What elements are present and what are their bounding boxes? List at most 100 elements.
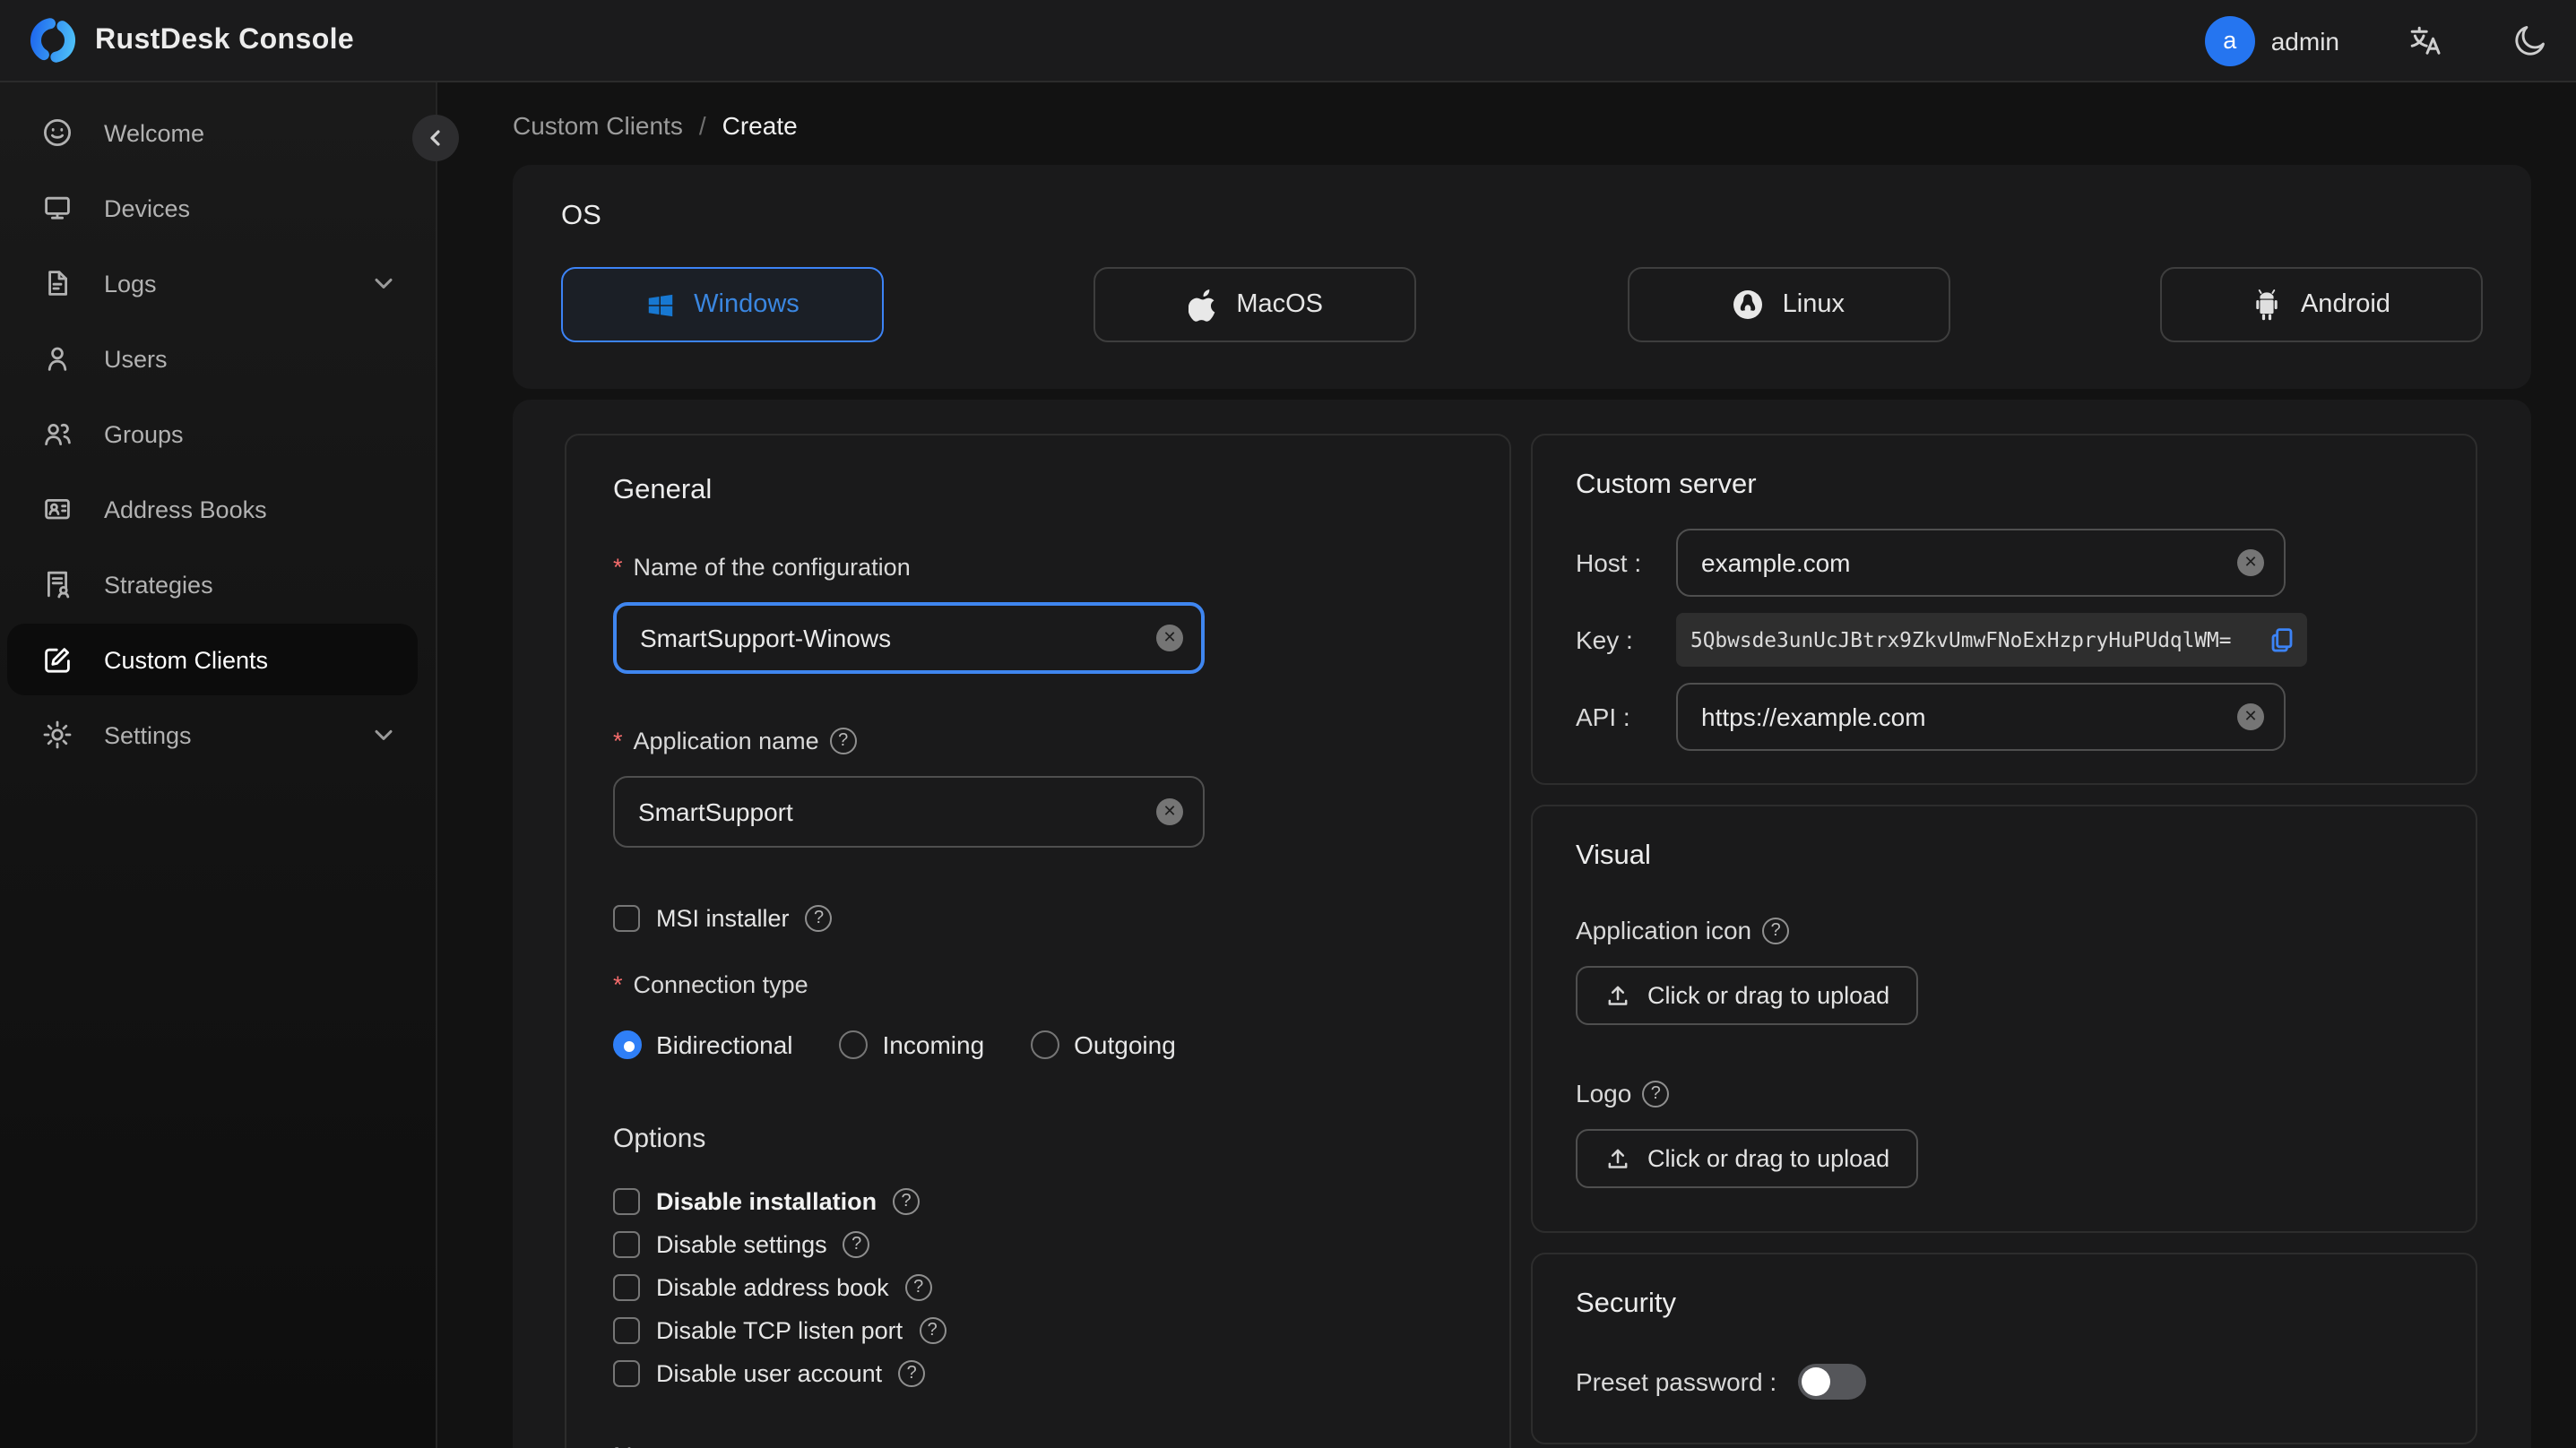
sidebar-item-welcome[interactable]: Welcome: [7, 97, 418, 168]
option-disable-tcp-listen-port: Disable TCP listen port ?: [613, 1315, 1463, 1346]
connection-type-options: Bidirectional Incoming Outgoing: [613, 1030, 1463, 1059]
disable-tcp-listen-port-checkbox[interactable]: [613, 1317, 640, 1344]
logo-upload-button[interactable]: Click or drag to upload: [1576, 1129, 1919, 1188]
topbar-right: a admin: [2204, 15, 2547, 65]
host-row: Host : ✕: [1576, 529, 2433, 597]
os-button-macos[interactable]: MacOS: [1094, 267, 1417, 342]
sidebar-collapse-button[interactable]: [412, 115, 459, 161]
api-input[interactable]: [1676, 683, 2286, 751]
user-icon: [41, 342, 73, 375]
help-icon[interactable]: ?: [898, 1360, 926, 1387]
preset-password-row: Preset password :: [1576, 1364, 2433, 1400]
api-field: ✕: [1676, 683, 2286, 751]
app-title: RustDesk Console: [95, 24, 355, 55]
os-card: OS Windows MacOS Linux Android: [513, 165, 2531, 389]
sidebar: Welcome Devices Logs Users Groups Addres…: [0, 82, 459, 1448]
os-button-linux[interactable]: Linux: [1627, 267, 1950, 342]
clear-icon[interactable]: ✕: [1156, 798, 1183, 825]
api-row: API : ✕: [1576, 683, 2433, 751]
monitor-icon: [41, 192, 73, 224]
msi-installer-row: MSI installer ?: [613, 905, 1463, 932]
avatar[interactable]: a: [2204, 15, 2255, 65]
sidebar-item-address-books[interactable]: Address Books: [7, 473, 418, 545]
general-card: General * Name of the configuration ✕ * …: [565, 434, 1511, 1448]
option-disable-user-account: Disable user account ?: [613, 1358, 1463, 1389]
help-icon[interactable]: ?: [919, 1317, 947, 1344]
application-name-label: * Application name ?: [613, 728, 1463, 754]
sidebar-item-groups[interactable]: Groups: [7, 398, 418, 470]
rustdesk-logo-icon: [29, 16, 77, 65]
translate-icon[interactable]: [2407, 22, 2443, 58]
preset-password-toggle[interactable]: [1798, 1364, 1867, 1400]
connection-type-label: * Connection type: [613, 971, 808, 998]
sidebar-item-label: Custom Clients: [104, 646, 269, 673]
config-name-input[interactable]: [613, 602, 1205, 674]
help-icon[interactable]: ?: [843, 1231, 870, 1258]
chevron-down-icon: [375, 729, 393, 742]
breadcrumb-parent-link[interactable]: Custom Clients: [513, 111, 683, 140]
radio-incoming[interactable]: Incoming: [839, 1030, 984, 1059]
disable-installation-checkbox[interactable]: [613, 1188, 640, 1215]
rustdesk-console-app: RustDesk Console a admin Welcome Devices…: [0, 0, 2576, 1448]
logo-label: Logo ?: [1576, 1079, 2433, 1108]
main-content: Custom Clients / Create OS Windows MacOS…: [437, 82, 2576, 1448]
disable-user-account-checkbox[interactable]: [613, 1360, 640, 1387]
sidebar-item-label: Welcome: [104, 119, 205, 146]
preset-password-label: Preset password :: [1576, 1367, 1777, 1396]
document-user-icon: [41, 568, 73, 600]
dark-mode-moon-icon[interactable]: [2511, 22, 2547, 58]
radio-icon: [839, 1030, 869, 1059]
disable-settings-checkbox[interactable]: [613, 1231, 640, 1258]
radio-outgoing[interactable]: Outgoing: [1031, 1030, 1176, 1059]
clear-icon[interactable]: ✕: [2237, 549, 2264, 576]
upload-button-label: Click or drag to upload: [1647, 982, 1890, 1009]
disable-address-book-checkbox[interactable]: [613, 1274, 640, 1301]
edit-square-icon: [41, 643, 73, 676]
os-button-android[interactable]: Android: [2159, 267, 2483, 342]
sidebar-item-settings[interactable]: Settings: [7, 699, 418, 771]
host-input[interactable]: [1676, 529, 2286, 597]
breadcrumb-separator: /: [698, 111, 706, 140]
radio-bidirectional[interactable]: Bidirectional: [613, 1030, 793, 1059]
clear-icon[interactable]: ✕: [2237, 703, 2264, 730]
application-name-field: ✕: [613, 776, 1205, 848]
os-card-title: OS: [561, 201, 601, 231]
android-icon: [2252, 288, 2283, 322]
os-button-windows[interactable]: Windows: [561, 267, 884, 342]
sidebar-item-label: Users: [104, 345, 168, 372]
clear-icon[interactable]: ✕: [1156, 625, 1183, 651]
options-title: Options: [613, 1124, 706, 1154]
os-button-label: MacOS: [1236, 290, 1323, 319]
sidebar-item-custom-clients[interactable]: Custom Clients: [7, 624, 418, 695]
key-row: Key : 5Qbwsde3unUcJBtrx9ZkvUmwFNoExHzpry…: [1576, 613, 2433, 667]
host-field: ✕: [1676, 529, 2286, 597]
upload-icon: [1604, 982, 1631, 1009]
breadcrumb-current: Create: [722, 111, 798, 140]
copy-icon[interactable]: [2268, 625, 2296, 654]
sidebar-item-strategies[interactable]: Strategies: [7, 548, 418, 620]
help-icon[interactable]: ?: [1762, 917, 1790, 944]
sidebar-item-logs[interactable]: Logs: [7, 247, 418, 319]
gear-icon: [41, 719, 73, 751]
username[interactable]: admin: [2271, 26, 2339, 55]
host-label: Host :: [1576, 548, 1642, 577]
option-disable-address-book: Disable address book ?: [613, 1272, 1463, 1303]
help-icon[interactable]: ?: [893, 1188, 921, 1215]
application-icon-upload-button[interactable]: Click or drag to upload: [1576, 966, 1919, 1025]
help-icon[interactable]: ?: [904, 1274, 932, 1301]
key-value: 5Qbwsde3unUcJBtrx9ZkvUmwFNoExHzpryHuPUdq…: [1690, 627, 2232, 652]
sidebar-item-label: Groups: [104, 420, 184, 447]
sidebar-item-devices[interactable]: Devices: [7, 172, 418, 244]
help-icon[interactable]: ?: [1642, 1080, 1670, 1107]
msi-installer-checkbox[interactable]: [613, 905, 640, 932]
sidebar-item-users[interactable]: Users: [7, 323, 418, 394]
help-icon[interactable]: ?: [829, 728, 857, 754]
os-options-row: Windows MacOS Linux Android: [561, 267, 2483, 342]
sidebar-item-label: Logs: [104, 270, 157, 297]
chevron-down-icon: [375, 278, 393, 290]
application-name-input[interactable]: [613, 776, 1205, 848]
help-icon[interactable]: ?: [805, 905, 833, 932]
document-icon: [41, 267, 73, 299]
radio-icon: [613, 1030, 642, 1059]
visual-title: Visual: [1576, 840, 1651, 871]
